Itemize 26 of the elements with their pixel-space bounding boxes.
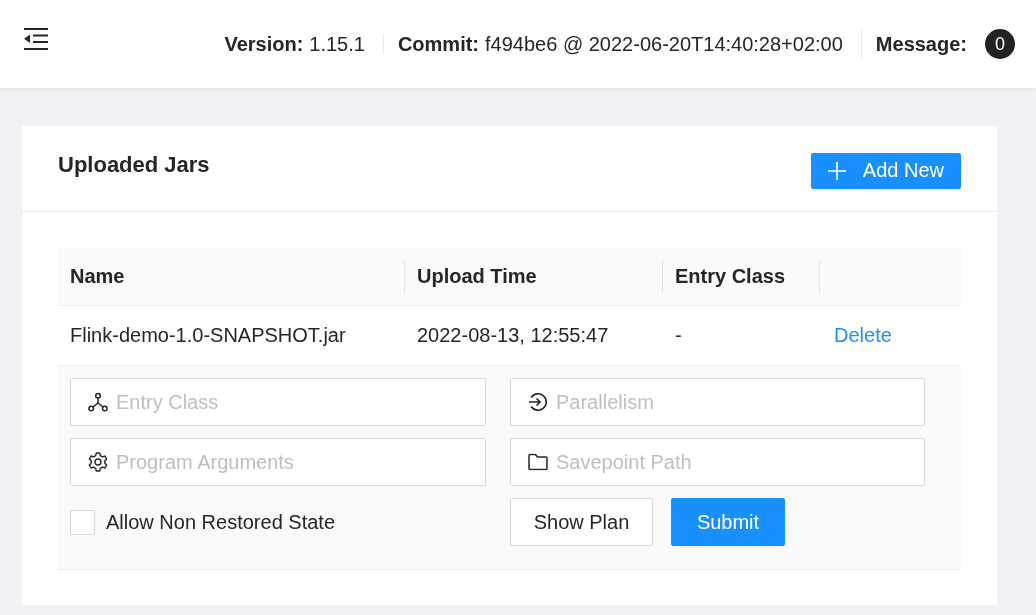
column-header: Name xyxy=(58,248,405,305)
arrow-in-circle-icon xyxy=(528,392,548,412)
commit-label: Commit: xyxy=(397,34,480,54)
card-title: Uploaded Jars xyxy=(58,151,210,178)
version-label: Version: xyxy=(224,32,304,56)
settings-icon xyxy=(88,452,108,472)
table-cell: Flink-demo-1.0-SNAPSHOT.jar xyxy=(70,324,346,347)
checkbox[interactable] xyxy=(70,509,95,535)
input-field[interactable]: Savepoint Path xyxy=(510,438,925,486)
input-field[interactable]: Parallelism xyxy=(510,378,925,426)
message-label: Message: xyxy=(875,34,967,54)
table-cell: - xyxy=(675,324,682,347)
commit-value: f494be6 @ 2022-06-20T14:40:28+02:00 xyxy=(485,34,843,54)
column-header: Upload Time xyxy=(405,248,663,305)
plus-icon xyxy=(827,161,846,180)
checkbox-label[interactable]: Allow Non Restored State xyxy=(106,510,335,534)
input-field[interactable]: Entry Class xyxy=(70,378,486,426)
menu-icon[interactable] xyxy=(24,28,48,50)
version-value: 1.15.1 xyxy=(309,32,365,56)
node-graph-icon xyxy=(88,392,108,412)
folder-icon xyxy=(528,453,548,471)
show-plan-button[interactable]: Show Plan xyxy=(510,498,653,546)
message-count[interactable]: 0 xyxy=(985,29,1015,59)
input-field[interactable]: Program Arguments xyxy=(70,438,486,486)
table-cell: 2022-08-13, 12:55:47 xyxy=(417,324,609,347)
column-header: Entry Class xyxy=(663,248,820,305)
